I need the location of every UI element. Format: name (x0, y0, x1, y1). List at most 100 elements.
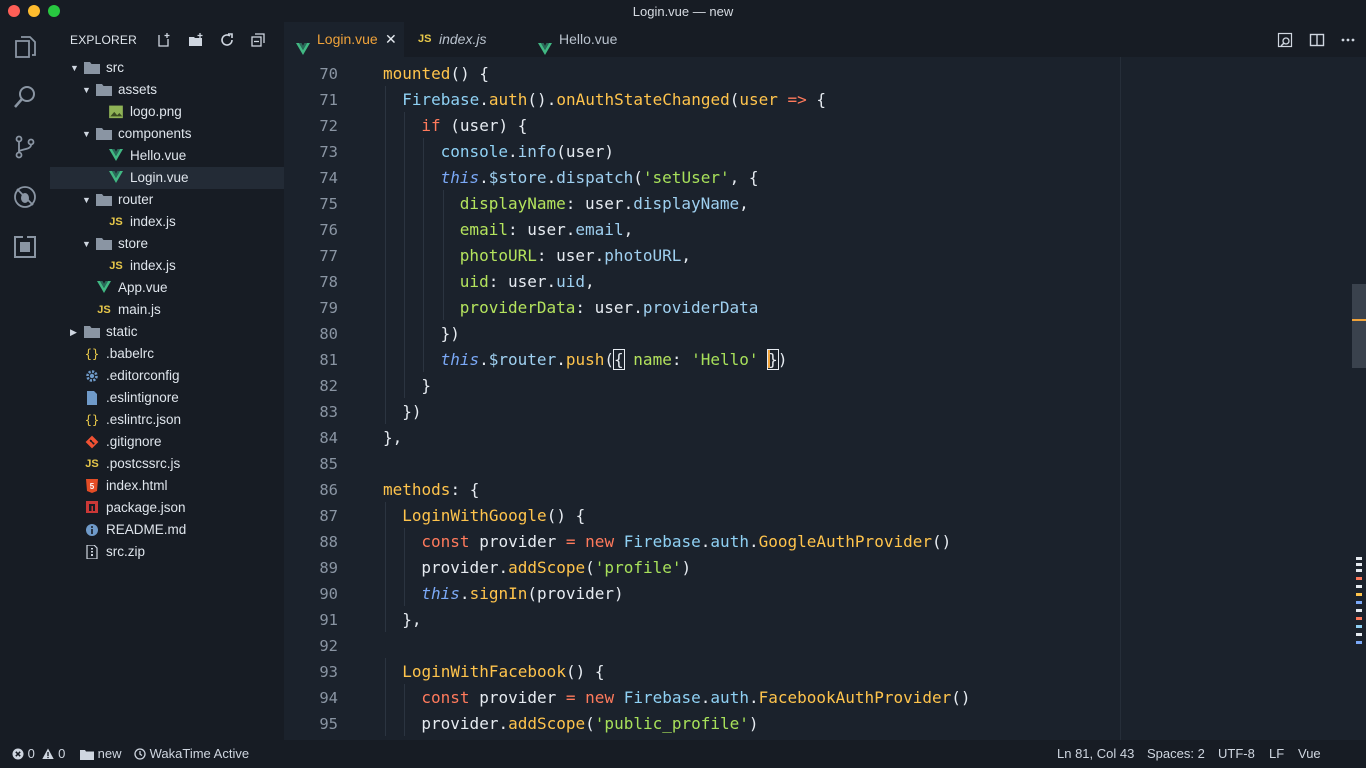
indent-guide (385, 580, 386, 606)
code-line[interactable]: this.signIn(provider) (421, 584, 623, 603)
chevron-down-icon[interactable]: ▼ (82, 189, 92, 211)
tree-file[interactable]: package.json (50, 497, 284, 519)
tree-folder[interactable]: ▼ assets (50, 79, 284, 101)
code-line[interactable]: displayName: user.displayName, (460, 194, 749, 213)
collapse-all-icon[interactable] (250, 32, 266, 48)
code-line[interactable]: provider.addScope('profile') (421, 558, 691, 577)
code-token: . (459, 584, 470, 603)
tree-file[interactable]: logo.png (50, 101, 284, 123)
code-line[interactable]: LoginWithFacebook() { (402, 662, 604, 681)
indentation-setting[interactable]: Spaces: 2 (1147, 746, 1205, 761)
code-line[interactable]: }, (383, 428, 402, 447)
tree-folder[interactable]: ▶ static (50, 321, 284, 343)
extensions-icon[interactable] (12, 234, 38, 260)
tab-hello-vue[interactable]: Hello.vue (522, 22, 642, 57)
new-folder-icon[interactable] (188, 32, 204, 48)
code-line[interactable]: LoginWithGoogle() { (402, 506, 585, 525)
code-editor[interactable]: 70 mounted() {71 Firebase.auth().onAuthSta… (284, 57, 1366, 740)
tree-file[interactable]: Hello.vue (50, 145, 284, 167)
debug-icon[interactable] (12, 184, 38, 210)
tree-file[interactable]: .eslintignore (50, 387, 284, 409)
tree-file[interactable]: .editorconfig (50, 365, 284, 387)
tab-login-vue[interactable]: Login.vue ✕ (284, 22, 404, 57)
chevron-down-icon[interactable]: ▼ (82, 79, 92, 101)
code-line[interactable]: }, (402, 610, 421, 629)
code-line[interactable]: email: user.email, (460, 220, 633, 239)
tree-item-label: logo.png (130, 104, 182, 119)
line-number: 86 (319, 481, 338, 499)
split-editor-icon[interactable] (1309, 32, 1325, 48)
scrollbar-thumb[interactable] (1352, 284, 1366, 368)
source-control-icon[interactable] (12, 134, 38, 160)
close-icon[interactable]: ✕ (385, 22, 397, 57)
indent-guide (385, 268, 386, 294)
code-line[interactable]: Firebase.auth().onAuthStateChanged(user … (402, 90, 826, 109)
tree-folder[interactable]: ▼ router (50, 189, 284, 211)
tree-file[interactable]: Login.vue (50, 167, 284, 189)
tree-file[interactable]: .gitignore (50, 431, 284, 453)
tree-file[interactable]: JS main.js (50, 299, 284, 321)
code-token: ) (681, 558, 692, 577)
tree-file[interactable]: README.md (50, 519, 284, 541)
tree-folder[interactable]: ▼ store (50, 233, 284, 255)
chevron-right-icon[interactable]: ▶ (70, 321, 80, 343)
encoding-setting[interactable]: UTF-8 (1218, 746, 1255, 761)
explorer-icon[interactable] (12, 34, 38, 60)
code-line[interactable]: providerData: user.providerData (460, 298, 759, 317)
new-file-icon[interactable] (156, 32, 172, 48)
code-token: (provider) (527, 584, 624, 603)
tree-item-label: .babelrc (106, 346, 155, 361)
tree-file[interactable]: {} .eslintrc.json (50, 409, 284, 431)
code-token: info (517, 142, 557, 161)
vertical-scrollbar[interactable] (1352, 57, 1366, 740)
language-mode[interactable]: Vue (1298, 746, 1321, 761)
tree-folder[interactable]: ▼ src (50, 57, 284, 79)
tree-file[interactable]: JS .postcssrc.js (50, 453, 284, 475)
tab-index-js[interactable]: JS index.js (404, 22, 522, 57)
tab-label: Hello.vue (559, 31, 618, 47)
indent-guide (385, 164, 386, 190)
search-icon[interactable] (12, 84, 38, 110)
code-line[interactable]: methods: { (383, 480, 479, 499)
tree-folder[interactable]: ▼ components (50, 123, 284, 145)
wakatime-status[interactable]: WakaTime Active (134, 746, 249, 761)
code-token: , (585, 272, 595, 291)
code-token: ( (729, 90, 740, 109)
code-token: } (767, 349, 779, 370)
code-line[interactable]: }) (402, 402, 421, 421)
code-line[interactable]: provider.addScope('public_profile') (421, 714, 758, 733)
code-line[interactable]: photoURL: user.photoURL, (460, 246, 691, 265)
code-line[interactable]: } (421, 376, 431, 395)
code-token: , (739, 194, 749, 213)
code-line[interactable]: this.$router.push({ name: 'Hello' }) (441, 349, 787, 370)
folder-icon (80, 750, 94, 760)
line-ending-setting[interactable]: LF (1269, 746, 1284, 761)
code-line[interactable]: console.info(user) (441, 142, 614, 161)
tree-file[interactable]: src.zip (50, 541, 284, 563)
problems-indicator[interactable]: 0 0 (12, 746, 65, 761)
code-line[interactable]: uid: user.uid, (460, 272, 595, 291)
code-line[interactable]: if (user) { (421, 116, 527, 135)
tree-item-label: router (118, 192, 154, 207)
chevron-down-icon[interactable]: ▼ (82, 233, 92, 255)
chevron-down-icon[interactable]: ▼ (70, 57, 80, 79)
code-token: console (440, 142, 509, 161)
code-line[interactable]: mounted() { (383, 64, 489, 83)
more-actions-icon[interactable] (1340, 32, 1356, 48)
tree-file[interactable]: JS index.js (50, 255, 284, 277)
tree-file[interactable]: App.vue (50, 277, 284, 299)
chevron-down-icon[interactable]: ▼ (82, 123, 92, 145)
open-changes-icon[interactable] (1277, 32, 1293, 48)
code-line[interactable]: const provider = new Firebase.auth.Faceb… (421, 688, 970, 707)
code-line[interactable]: }) (441, 324, 460, 343)
indent-guide (442, 190, 444, 216)
code-line[interactable]: const provider = new Firebase.auth.Googl… (421, 532, 951, 551)
cursor-position[interactable]: Ln 81, Col 43 (1057, 746, 1134, 761)
folder-indicator[interactable]: new (80, 746, 121, 761)
tree-file[interactable]: {} .babelrc (50, 343, 284, 365)
tree-file[interactable]: 5 index.html (50, 475, 284, 497)
refresh-icon[interactable] (219, 32, 235, 48)
code-line[interactable]: this.$store.dispatch('setUser', { (441, 168, 759, 187)
tree-file[interactable]: JS index.js (50, 211, 284, 233)
code-token: auth (710, 688, 749, 707)
